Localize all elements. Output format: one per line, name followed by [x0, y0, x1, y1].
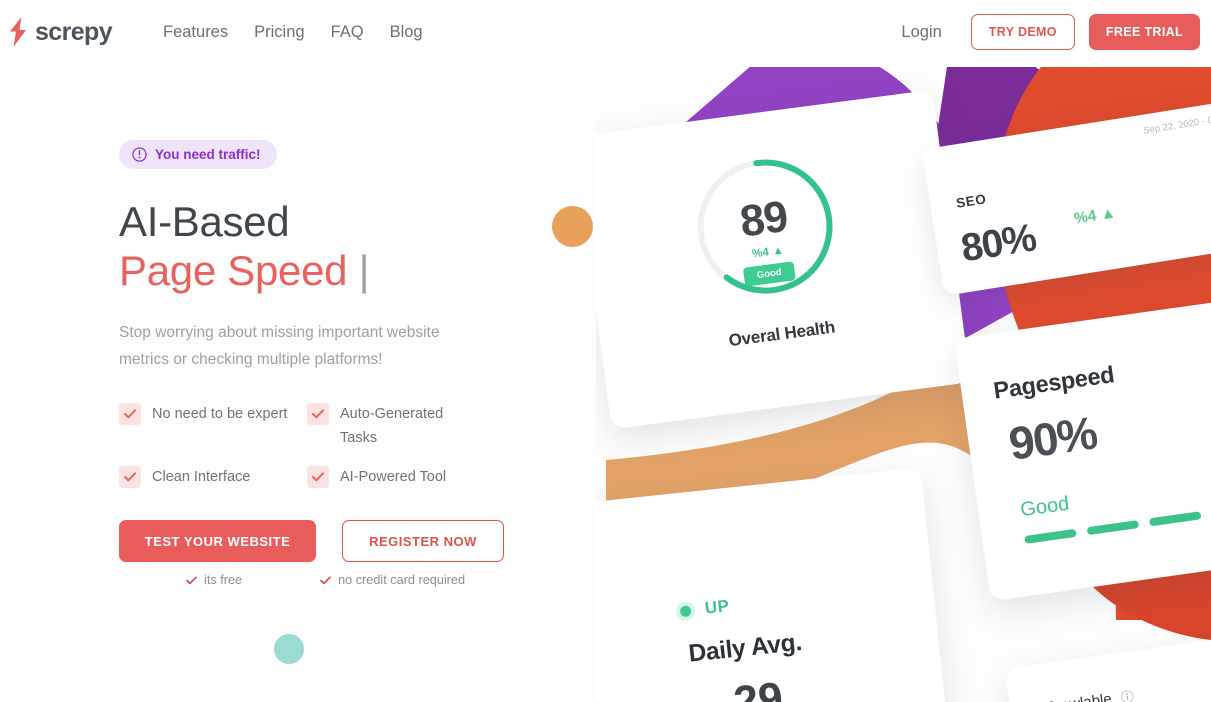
seo-delta: %4 ▲ [1072, 204, 1118, 228]
daily-average-card[interactable]: UP Daily Avg. 29 [596, 467, 950, 702]
nav-item-pricing[interactable]: Pricing [254, 23, 304, 42]
pagespeed-value: 90% [1005, 406, 1100, 470]
check-icon [119, 403, 141, 425]
traffic-badge[interactable]: You need traffic! [119, 140, 277, 169]
nav-item-blog[interactable]: Blog [390, 23, 423, 42]
free-trial-button[interactable]: FREE TRIAL [1088, 14, 1200, 50]
logo-text: screpy [35, 17, 113, 46]
check-icon [307, 403, 329, 425]
login-link[interactable]: Login [901, 23, 941, 42]
health-gauge: 89 %4 ▲ Good [679, 141, 850, 312]
hero-subtitle: Stop worrying about missing important we… [119, 324, 440, 368]
feature-label: Auto-Generated Tasks [340, 406, 444, 446]
feature-item: AI-Powered Tool [307, 465, 495, 489]
pagespeed-bar [1086, 520, 1140, 536]
pagespeed-card[interactable]: Pagespeed 90% Good [954, 295, 1211, 602]
traffic-badge-label: You need traffic! [155, 147, 261, 162]
typing-caret: | [358, 247, 370, 294]
check-icon [320, 575, 331, 584]
daily-card-value: 29 [731, 673, 786, 702]
title-line-1: AI-Based [119, 198, 290, 245]
header-actions: Login TRY DEMO FREE TRIAL [901, 14, 1200, 50]
feature-list: No need to be expert Auto-Generated Task… [119, 402, 539, 489]
pagespeed-label: Pagespeed [991, 361, 1116, 404]
pagespeed-bar [1024, 528, 1077, 544]
feature-item: Auto-Generated Tasks [307, 402, 495, 450]
feature-item: Clean Interface [119, 465, 307, 489]
seo-date-range: Sep 22, 2020 - Oct 22 [1142, 111, 1211, 137]
check-icon [186, 575, 197, 584]
hero-illustration: 89 %4 ▲ Good Overal Health Sep 22, 2020 … [596, 60, 1211, 702]
health-card-title: Overal Health [727, 317, 837, 351]
lightning-bolt-icon [10, 17, 26, 47]
pagespeed-status: Good [1019, 492, 1071, 522]
nav-item-faq[interactable]: FAQ [331, 23, 364, 42]
logo[interactable]: screpy [8, 17, 113, 47]
main-nav: Features Pricing FAQ Blog [163, 23, 423, 42]
uptime-status: UP [675, 596, 731, 622]
page-title: AI-Based Page Speed | [119, 197, 539, 295]
test-your-website-button[interactable]: TEST YOUR WEBSITE [119, 520, 316, 562]
title-line-2: Page Speed [119, 247, 348, 294]
check-icon [307, 466, 329, 488]
decorative-circle-teal [274, 634, 304, 664]
decorative-circle-orange [552, 206, 593, 247]
overall-health-card[interactable]: 89 %4 ▲ Good Overal Health [596, 89, 971, 430]
feature-label: Clean Interface [152, 469, 251, 485]
crawlable-row: Crawlable [1044, 687, 1134, 702]
uptime-status-label: UP [703, 596, 731, 618]
feature-item: No need to be expert [119, 402, 307, 450]
register-now-button[interactable]: REGISTER NOW [342, 520, 504, 562]
check-icon [119, 466, 141, 488]
cta-notes: its free no credit card required [119, 573, 539, 587]
seo-card-label: SEO [955, 191, 988, 211]
note-no-credit-card-label: no credit card required [338, 573, 466, 587]
try-demo-button[interactable]: TRY DEMO [970, 14, 1075, 50]
nav-item-features[interactable]: Features [163, 23, 228, 42]
note-free-label: its free [204, 573, 243, 587]
hero-content: You need traffic! AI-Based Page Speed | … [119, 140, 539, 587]
seo-value: 80% [958, 216, 1039, 271]
site-header: screpy Features Pricing FAQ Blog Login T… [0, 0, 1211, 67]
alert-circle-icon [132, 147, 147, 162]
cta-buttons: TEST YOUR WEBSITE REGISTER NOW [119, 520, 539, 562]
note-free: its free [186, 573, 242, 587]
status-dot-icon [675, 600, 697, 622]
pagespeed-bar [1148, 511, 1202, 527]
daily-card-title: Daily Avg. [687, 628, 804, 668]
feature-label: AI-Powered Tool [340, 469, 447, 485]
feature-label: No need to be expert [152, 406, 288, 422]
crawlable-label: Crawlable [1044, 690, 1112, 702]
landing-page: screpy Features Pricing FAQ Blog Login T… [0, 0, 1211, 702]
note-no-credit-card: no credit card required [320, 573, 465, 587]
info-icon[interactable] [1120, 689, 1135, 702]
